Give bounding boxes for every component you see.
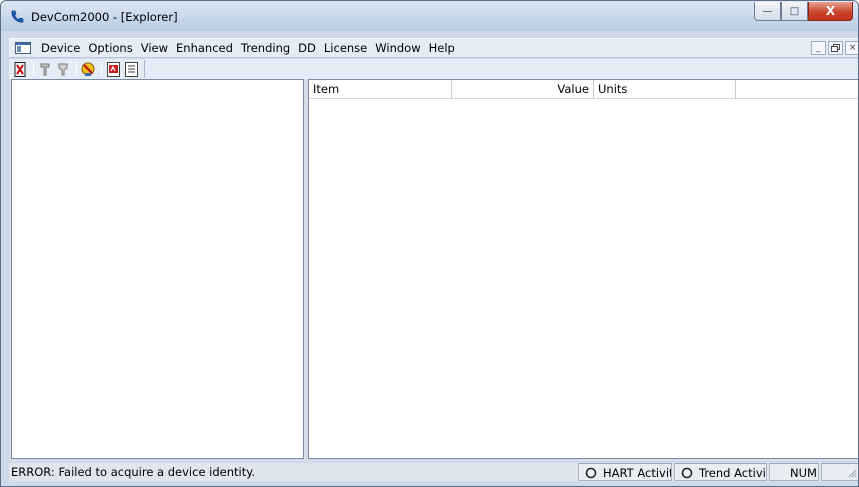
caption-buttons: — □ X [754, 2, 853, 22]
maximize-button[interactable]: □ [781, 2, 808, 21]
app-window: DevCom2000 - [Explorer] — □ X Device Opt… [0, 0, 859, 487]
minimize-button[interactable]: — [754, 2, 781, 21]
activity-ring-icon [585, 467, 597, 479]
menu-dd[interactable]: DD [294, 41, 320, 55]
pdf-report-icon [106, 61, 120, 77]
menu-device[interactable]: Device [37, 41, 84, 55]
connect-button[interactable] [12, 61, 28, 77]
restore-icon [831, 44, 840, 52]
toolbar-separator [76, 62, 77, 76]
window-title: DevCom2000 - [Explorer] [31, 10, 178, 24]
mdi-restore-button[interactable] [828, 41, 843, 55]
activity-ring-icon [681, 467, 693, 479]
item-list-pane[interactable]: Item Value Units [308, 79, 858, 459]
toolbar-separator [101, 62, 102, 76]
status-bar: ERROR: Failed to acquire a device identi… [9, 463, 858, 481]
column-header-units[interactable]: Units [594, 80, 736, 99]
device-settings-icon [81, 62, 95, 76]
hart-probe-alt-icon [58, 63, 68, 75]
menu-trending[interactable]: Trending [237, 41, 294, 55]
mdi-close-button[interactable]: × [845, 41, 858, 55]
connect-icon [14, 61, 26, 77]
column-header-value[interactable]: Value [452, 80, 594, 99]
window-bottom-frame [1, 481, 858, 486]
phone-app-icon [11, 10, 24, 23]
trend-activity-label: Trend Activit [699, 466, 767, 480]
mdi-document-icon[interactable] [15, 42, 31, 54]
list-header: Item Value Units [309, 80, 858, 99]
toolbar-end-divider [144, 60, 145, 78]
close-button[interactable]: X [808, 2, 853, 21]
hart-probe-alt-button[interactable] [55, 61, 71, 77]
mdi-minimize-button[interactable]: _ [811, 41, 826, 55]
device-settings-button[interactable] [80, 61, 96, 77]
column-header-item[interactable]: Item [309, 80, 452, 99]
menu-options[interactable]: Options [84, 41, 136, 55]
column-header-blank[interactable] [736, 80, 856, 99]
menu-help[interactable]: Help [425, 41, 459, 55]
hart-activity-label: HART Activit [603, 466, 672, 480]
hart-activity-panel: HART Activit [578, 463, 672, 481]
document-icon [124, 61, 138, 77]
menu-view[interactable]: View [137, 41, 172, 55]
status-blank-panel [821, 463, 858, 481]
mdi-child-buttons: _ × [809, 41, 858, 55]
hart-probe-button[interactable] [37, 61, 53, 77]
menu-bar: Device Options View Enhanced Trending DD… [9, 38, 858, 58]
resize-grip-icon[interactable] [847, 468, 857, 478]
menu-enhanced[interactable]: Enhanced [172, 41, 237, 55]
explorer-client: Item Value Units [9, 79, 858, 461]
hart-probe-icon [40, 63, 50, 75]
toolbar [9, 59, 858, 79]
device-tree-pane[interactable] [11, 79, 304, 459]
status-message: ERROR: Failed to acquire a device identi… [11, 465, 256, 479]
document-button[interactable] [123, 61, 139, 77]
menu-license[interactable]: License [320, 41, 371, 55]
trend-activity-panel: Trend Activit [674, 463, 767, 481]
menu-window[interactable]: Window [371, 41, 424, 55]
pdf-report-button[interactable] [105, 61, 121, 77]
num-lock-indicator: NUM [769, 463, 819, 481]
toolbar-separator [33, 62, 34, 76]
title-bar[interactable]: DevCom2000 - [Explorer] — □ X [1, 1, 858, 31]
